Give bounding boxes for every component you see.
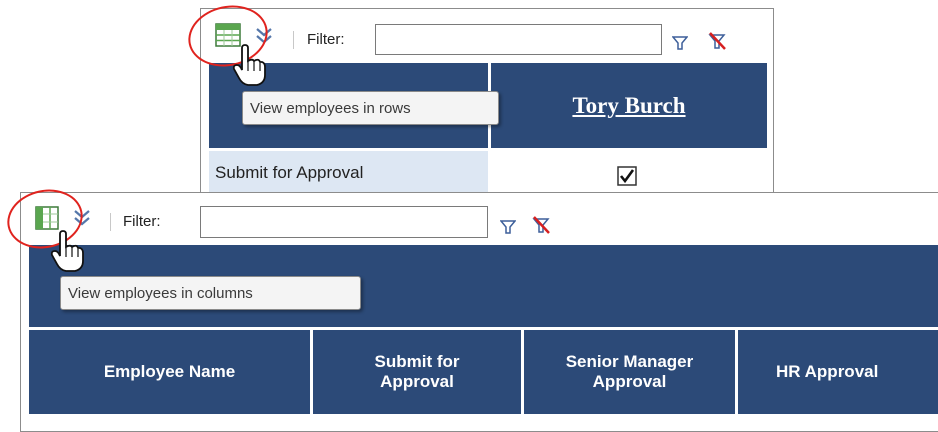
bottom-grid-panel: Filter: Employee Name Submit for Approva… xyxy=(20,192,938,432)
hand-cursor-icon xyxy=(50,230,84,272)
column-header-employee-name[interactable]: Employee Name xyxy=(29,330,310,414)
employee-name-link[interactable]: Tory Burch xyxy=(572,93,685,119)
top-toolbar: Filter: xyxy=(201,9,773,63)
funnel-clear-icon[interactable] xyxy=(707,31,727,51)
filter-input[interactable] xyxy=(200,206,488,238)
row-label: Submit for Approval xyxy=(215,163,364,182)
funnel-clear-icon[interactable] xyxy=(531,215,551,235)
funnel-icon[interactable] xyxy=(500,219,516,235)
toolbar-separator xyxy=(110,213,111,231)
funnel-icon[interactable] xyxy=(672,35,688,51)
filter-label: Filter: xyxy=(123,213,161,230)
filter-label: Filter: xyxy=(307,31,345,48)
bottom-toolbar: Filter: xyxy=(21,193,938,245)
employee-column-header: Tory Burch xyxy=(491,63,767,148)
row-label-cell: Submit for Approval xyxy=(209,151,488,193)
hand-cursor-icon xyxy=(232,44,266,86)
filter-input[interactable] xyxy=(375,24,662,55)
tooltip-view-rows: View employees in rows xyxy=(242,91,499,125)
column-header-hr-approval[interactable]: HR Approval xyxy=(738,330,938,414)
column-header-senior-manager-approval[interactable]: Senior Manager Approval xyxy=(524,330,735,414)
column-header-submit-for-approval[interactable]: Submit for Approval xyxy=(313,330,521,414)
tooltip-view-columns: View employees in columns xyxy=(60,276,361,310)
checkbox-checked[interactable] xyxy=(617,166,637,186)
row-value-cell xyxy=(491,151,767,193)
toolbar-separator xyxy=(293,31,294,49)
